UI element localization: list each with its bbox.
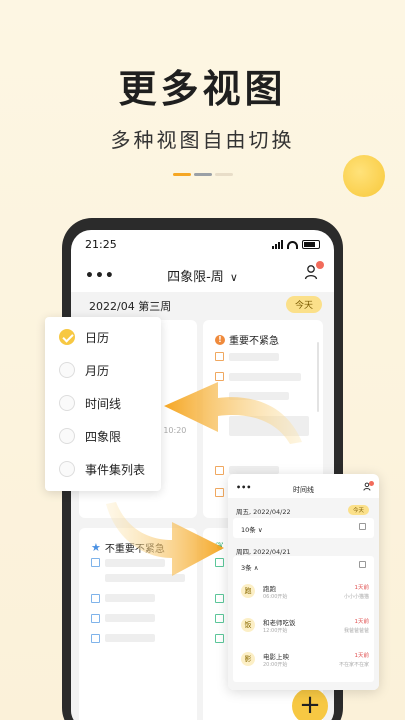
group-count: 10条 ∨ (241, 526, 263, 534)
task-placeholder (229, 353, 279, 361)
timeline-group-expanded[interactable]: 3条 ∧ 跑 跑跑 06:00开始 1天前 小小小猫猫 饭 和老师吃饭 12:0… (233, 556, 374, 682)
star-icon: ★ (91, 541, 101, 554)
event-time: 06:00开始 (263, 594, 288, 600)
view-option-label: 时间线 (85, 396, 122, 411)
timeline-event[interactable]: 影 电影上映 20:00开始 1天前 不在家不在家 (241, 648, 369, 674)
event-name: 和老师吃饭 (263, 619, 296, 627)
task-checkbox[interactable] (215, 466, 224, 475)
event-icon: 跑 (241, 584, 255, 598)
event-tag: 1天前 (354, 619, 370, 625)
task-checkbox[interactable] (215, 352, 224, 361)
task-checkbox[interactable] (91, 594, 100, 603)
group-count: 3条 ∧ (241, 564, 259, 572)
view-option-timeline[interactable]: 时间线 (59, 394, 121, 412)
week-label: 2022/04 第三周 (89, 300, 172, 313)
view-option-label: 日历 (85, 330, 110, 345)
task-checkbox[interactable] (215, 488, 224, 497)
event-subtitle: 我爸爸爸爸 (343, 628, 369, 634)
wifi-icon (287, 241, 298, 249)
task-checkbox[interactable] (215, 594, 224, 603)
radio-icon (59, 428, 75, 444)
page-indicator-active (173, 173, 191, 176)
event-time: 12:00开始 (263, 628, 288, 634)
chevron-down-icon: ∨ (229, 271, 238, 284)
view-option-label: 四象限 (85, 429, 122, 444)
event-subtitle: 不在家不在家 (338, 662, 369, 668)
view-menu: 日历 月历 时间线 四象限 事件集列表 (45, 317, 161, 491)
event-time: 20:00开始 (263, 662, 288, 668)
timeline-app-bar: ••• 时间线 (228, 481, 379, 496)
view-option-event-list[interactable]: 事件集列表 (59, 460, 145, 478)
timeline-preview-card: ••• 时间线 周五, 2022/04/22 今天 10条 ∨ 周四, 2022… (228, 474, 379, 690)
battery-icon (302, 240, 320, 249)
today-button[interactable]: 今天 (347, 505, 369, 515)
event-icon: 饭 (241, 618, 255, 632)
page-indicator (215, 173, 233, 176)
view-option-label: 月历 (85, 363, 110, 378)
radio-checked-icon (59, 329, 75, 345)
task-checkbox[interactable] (215, 614, 224, 623)
radio-icon (59, 362, 75, 378)
timeline-group-collapsed[interactable]: 10条 ∨ (233, 518, 374, 538)
view-option-label: 事件集列表 (85, 462, 146, 477)
task-checkbox[interactable] (91, 558, 100, 567)
add-task-button[interactable]: + (292, 688, 328, 720)
scrollbar[interactable] (317, 342, 319, 412)
exclamation-icon: ! (215, 334, 225, 345)
curved-arrow-icon (106, 502, 224, 576)
timeline-date: 周四, 2022/04/21 (236, 548, 291, 556)
notification-badge (316, 261, 324, 269)
signal-icon (272, 240, 283, 249)
task-checkbox[interactable] (91, 634, 100, 643)
event-tag: 1天前 (354, 653, 370, 659)
timeline-event[interactable]: 跑 跑跑 06:00开始 1天前 小小小猫猫 (241, 580, 369, 606)
task-placeholder (229, 466, 279, 474)
quadrant-title-text: 重要不紧急 (229, 336, 279, 347)
hero-headline: 更多视图 (118, 67, 287, 111)
event-name: 跑跑 (263, 585, 276, 593)
radio-icon (59, 395, 75, 411)
timeline-title: 时间线 (293, 486, 314, 494)
view-option-month[interactable]: 月历 (59, 361, 109, 379)
task-placeholder (105, 634, 155, 642)
timeline-date: 周五, 2022/04/22 (236, 508, 291, 516)
event-icon: 影 (241, 652, 255, 666)
event-tag: 1天前 (354, 585, 370, 591)
view-switcher[interactable]: 四象限-周 ∨ (71, 266, 334, 285)
event-name: 电影上映 (263, 653, 289, 661)
timeline-body: 周五, 2022/04/22 今天 10条 ∨ 周四, 2022/04/21 3… (228, 498, 379, 690)
curved-arrow-icon (164, 382, 302, 444)
status-bar: 21:25 (85, 238, 320, 252)
view-title: 四象限-周 (167, 270, 224, 285)
radio-icon (59, 461, 75, 477)
app-bar: ••• 四象限-周 ∨ (71, 260, 334, 286)
external-link-icon[interactable] (359, 523, 366, 530)
event-subtitle: 小小小猫猫 (343, 594, 369, 600)
notification-badge (369, 481, 374, 486)
task-checkbox[interactable] (215, 634, 224, 643)
status-time: 21:25 (85, 238, 117, 251)
view-option-quadrant[interactable]: 四象限 (59, 427, 121, 445)
page-indicator (194, 173, 212, 176)
task-placeholder (105, 594, 155, 602)
timeline-event[interactable]: 饭 和老师吃饭 12:00开始 1天前 我爸爸爸爸 (241, 614, 369, 640)
quadrant-title: ! 重要不紧急 (215, 332, 279, 347)
today-button[interactable]: 今天 (285, 296, 322, 313)
view-option-calendar[interactable]: 日历 (59, 328, 109, 346)
decorative-sun-circle (343, 155, 385, 197)
external-link-icon[interactable] (359, 561, 366, 568)
task-checkbox[interactable] (91, 614, 100, 623)
task-placeholder (105, 614, 155, 622)
hero-subline: 多种视图自由切换 (110, 128, 295, 152)
status-icons (272, 240, 320, 249)
